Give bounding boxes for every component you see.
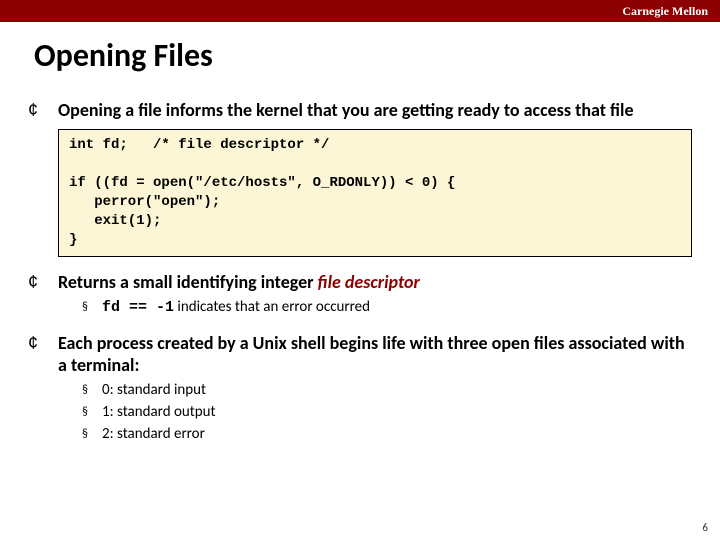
sub-text: 1: standard output (102, 402, 216, 422)
institution-label: Carnegie Mellon (622, 4, 708, 18)
page-number: 6 (702, 521, 708, 534)
bullet-icon: ¢ (28, 271, 58, 293)
square-bullet-icon: § (82, 402, 102, 422)
bullet-item: ¢ Opening a file informs the kernel that… (28, 99, 692, 121)
bullet-icon: ¢ (28, 332, 58, 354)
sub-item: § 0: standard input (82, 380, 692, 400)
bullet-text: Opening a file informs the kernel that y… (58, 99, 634, 121)
sub-text: 0: standard input (102, 380, 206, 400)
sub-list: § 0: standard input § 1: standard output… (28, 380, 692, 444)
bullet-emphasis: file descriptor (318, 271, 420, 293)
sub-text: fd == -1 indicates that an error occurre… (102, 297, 370, 318)
sub-item: § 2: standard error (82, 424, 692, 444)
header-bar: Carnegie Mellon (0, 0, 720, 22)
code-block: int fd; /* file descriptor */ if ((fd = … (58, 129, 692, 257)
slide-content: ¢ Opening a file informs the kernel that… (0, 75, 720, 444)
slide-title: Opening Files (0, 22, 720, 75)
sub-item: § 1: standard output (82, 402, 692, 422)
sub-item: § fd == -1 indicates that an error occur… (82, 297, 692, 318)
bullet-icon: ¢ (28, 99, 58, 121)
sub-text: 2: standard error (102, 424, 205, 444)
bullet-text: Returns a small identifying integer file… (58, 271, 420, 293)
sub-list: § fd == -1 indicates that an error occur… (28, 297, 692, 318)
square-bullet-icon: § (82, 380, 102, 400)
bullet-item: ¢ Returns a small identifying integer fi… (28, 271, 692, 293)
bullet-text: Each process created by a Unix shell beg… (58, 332, 692, 376)
square-bullet-icon: § (82, 424, 102, 444)
square-bullet-icon: § (82, 297, 102, 317)
bullet-item: ¢ Each process created by a Unix shell b… (28, 332, 692, 376)
bullet-text-part: Returns a small identifying integer (58, 271, 318, 293)
sub-text-rest: indicates that an error occurred (174, 298, 370, 316)
inline-code: fd == -1 (102, 299, 174, 316)
